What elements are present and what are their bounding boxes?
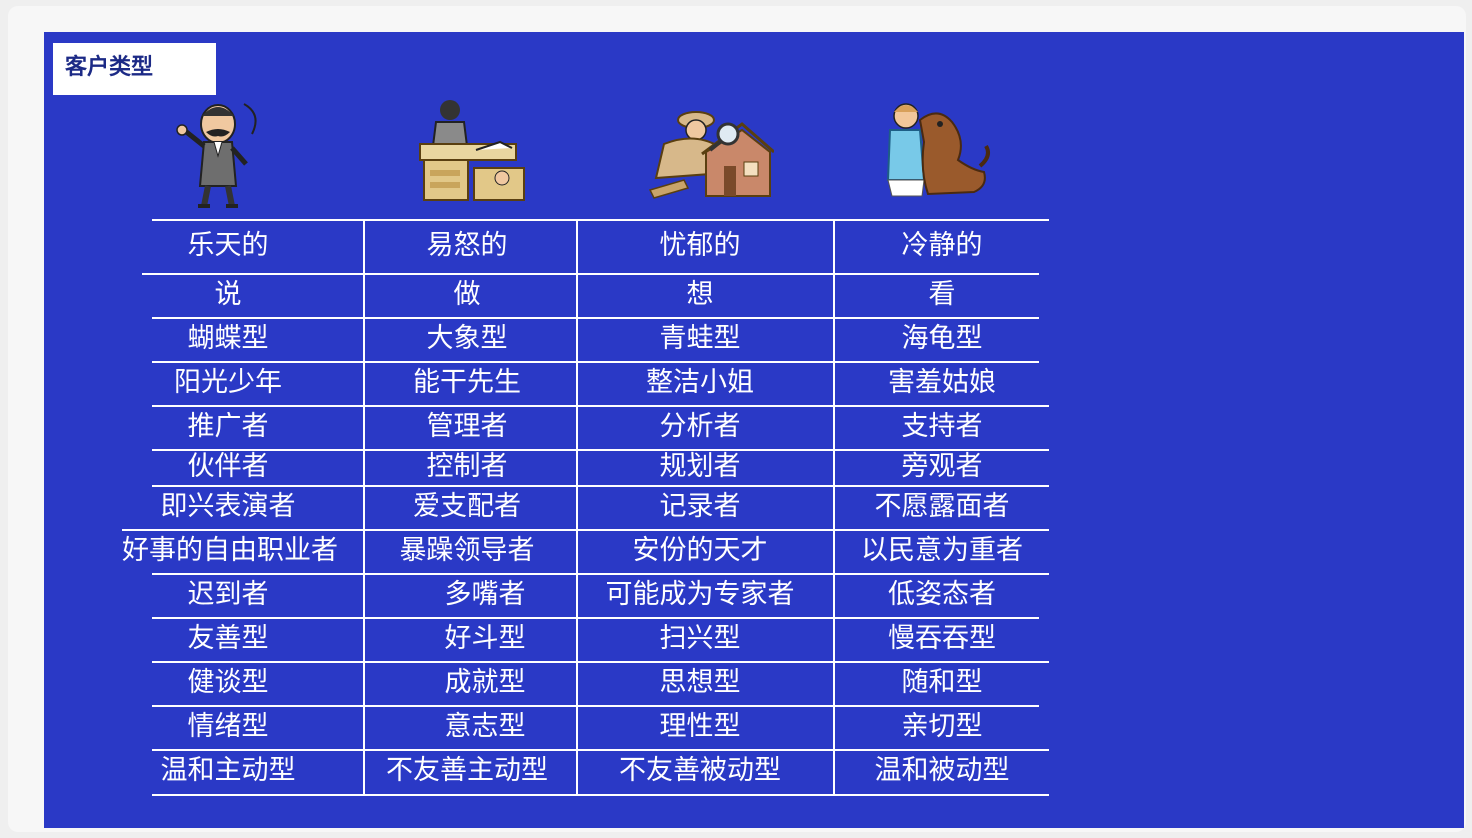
- table-row: 即兴表演者 爱支配者 记录者 不愿露面者: [122, 485, 1052, 529]
- table-cell: 扫兴型: [659, 623, 741, 654]
- slide: 客户类型 乐天的 易怒的 忧郁的 冷静的 说 做 想 看 蝴蝶型 大象型 青蛙型…: [44, 32, 1464, 828]
- table-cell: 青蛙型: [659, 323, 741, 354]
- table-cell: 管理者: [426, 411, 508, 442]
- table-cell: 暴躁领导者: [399, 535, 535, 566]
- table-cell: 意志型: [444, 711, 526, 742]
- presentation-frame: 客户类型 乐天的 易怒的 忧郁的 冷静的 说 做 想 看 蝴蝶型 大象型 青蛙型…: [8, 6, 1466, 832]
- detective-with-magnifier-house-clipart: [644, 104, 774, 202]
- table-cell: 爱支配者: [413, 491, 521, 522]
- table-cell: 旁观者: [901, 451, 983, 482]
- table-cell: 蝴蝶型: [187, 323, 269, 354]
- office-worker-at-desk-clipart: [414, 92, 532, 210]
- table-cell: 想: [686, 279, 714, 310]
- table-cell: 迟到者: [187, 579, 269, 610]
- table-cell: 可能成为专家者: [605, 579, 795, 610]
- table-cell: 情绪型: [187, 711, 269, 742]
- table-header-cell: 乐天的: [187, 230, 269, 261]
- slide-title-box: 客户类型: [53, 43, 216, 95]
- table-cell: 规划者: [659, 451, 741, 482]
- table-cell: 整洁小姐: [646, 367, 754, 398]
- table-row: 阳光少年 能干先生 整洁小姐 害羞姑娘: [122, 361, 1052, 405]
- table-cell: 记录者: [659, 491, 741, 522]
- table-cell: 多嘴者: [444, 579, 526, 610]
- table-cell: 海龟型: [901, 323, 983, 354]
- table-cell: 害羞姑娘: [888, 367, 996, 398]
- table-cell: 好斗型: [444, 623, 526, 654]
- table-row: 友善型 好斗型 扫兴型 慢吞吞型: [122, 617, 1052, 661]
- table-cell: 支持者: [901, 411, 983, 442]
- table-cell: 不愿露面者: [874, 491, 1010, 522]
- table-cell: 不友善主动型: [386, 755, 548, 786]
- table-cell: 大象型: [426, 323, 508, 354]
- table-cell: 即兴表演者: [160, 491, 296, 522]
- table-row: 说做想看: [122, 273, 1052, 317]
- table-cell: 理性型: [659, 711, 741, 742]
- table-cell: 友善型: [187, 623, 269, 654]
- table-row-divider: [152, 794, 1049, 796]
- table-header-row: 乐天的 易怒的 忧郁的 冷静的: [122, 219, 1052, 273]
- table-cell: 安份的天才: [632, 535, 768, 566]
- person-hugging-dog-clipart: [880, 100, 992, 200]
- table-cell: 做: [453, 279, 481, 310]
- table-row: 健谈型 成就型 思想型 随和型: [122, 661, 1052, 705]
- table-cell: 随和型: [901, 667, 983, 698]
- table-header-cell: 易怒的: [426, 230, 508, 261]
- table-cell: 思想型: [659, 667, 741, 698]
- customer-type-table: 乐天的 易怒的 忧郁的 冷静的说 做 想 看蝴蝶型 大象型 青蛙型 海龟型阳光少年 能干先生 整洁小姐…: [122, 219, 1052, 796]
- table-cell: 温和被动型: [874, 755, 1010, 786]
- table-cell: 健谈型: [187, 667, 269, 698]
- table-cell: 好事的自由职业者: [122, 535, 338, 566]
- table-cell: 看: [928, 279, 956, 310]
- table-row: 蝴蝶型 大象型 青蛙型 海龟型: [122, 317, 1052, 361]
- table-row: 好事的自由职业者 暴躁领导者 安份的天才 以民意为重者: [122, 529, 1052, 573]
- table-cell: 成就型: [444, 667, 526, 698]
- table-cell: 慢吞吞型: [888, 623, 996, 654]
- table-cell: 推广者: [187, 411, 269, 442]
- table-cell: 分析者: [659, 411, 741, 442]
- table-cell: 以民意为重者: [861, 535, 1023, 566]
- table-cell: 亲切型: [901, 711, 983, 742]
- table-row: 情绪型 意志型 理性型 亲切型: [122, 705, 1052, 749]
- slide-title: 客户类型: [65, 55, 154, 80]
- table-row: 伙伴者 控制者 规划者 旁观者: [122, 449, 1052, 485]
- cheerful-man-clipart: [174, 94, 266, 210]
- table-cell: 温和主动型: [160, 755, 296, 786]
- table-row: 迟到者 多嘴者 可能成为专家者 低姿态者: [122, 573, 1052, 617]
- table-cell: 能干先生: [413, 367, 521, 398]
- table-cell: 阳光少年: [174, 367, 282, 398]
- table-header-cell: 冷静的: [901, 230, 983, 261]
- table-header-cell: 忧郁的: [659, 230, 741, 261]
- table-row: 温和主动型 不友善主动型 不友善被动型 温和被动型: [122, 749, 1052, 793]
- table-cell: 说: [214, 279, 242, 310]
- table-cell: 控制者: [426, 451, 508, 482]
- table-cell: 伙伴者: [187, 451, 269, 482]
- table-cell: 低姿态者: [888, 579, 996, 610]
- table-row: 推广者 管理者 分析者 支持者: [122, 405, 1052, 449]
- table-cell: 不友善被动型: [619, 755, 781, 786]
